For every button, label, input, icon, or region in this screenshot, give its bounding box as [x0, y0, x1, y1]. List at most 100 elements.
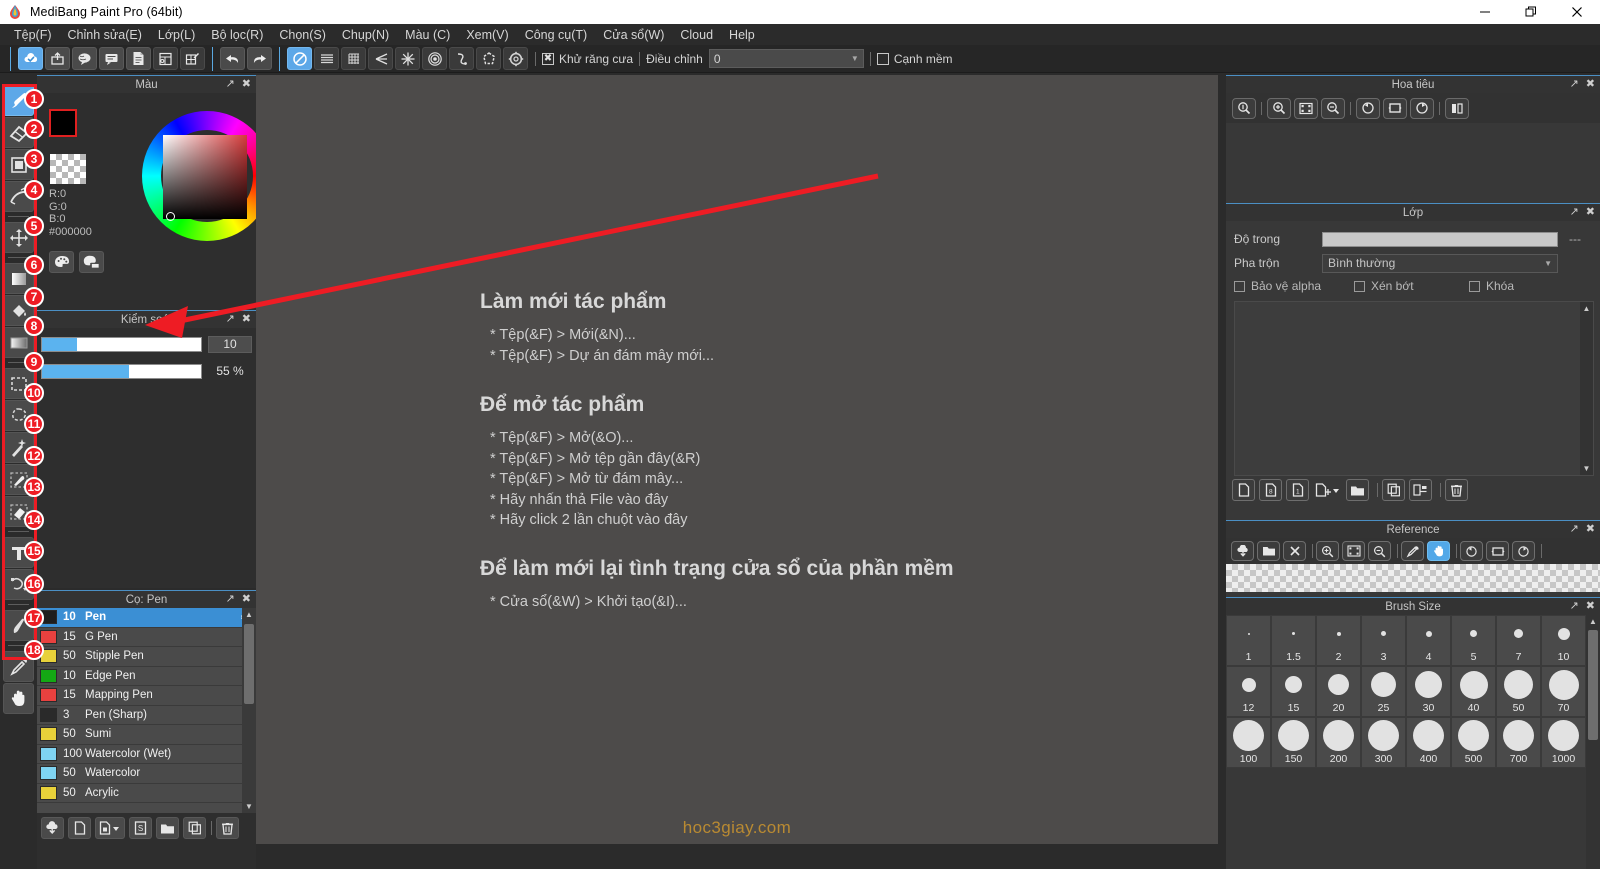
palette-icon[interactable] — [49, 251, 74, 273]
brush-size-cell[interactable]: 70 — [1541, 666, 1586, 717]
radial-ruler-icon[interactable] — [395, 47, 420, 70]
reference-eyedropper-icon[interactable] — [1401, 541, 1424, 561]
float-panel-icon[interactable]: ↗ — [1570, 78, 1579, 91]
menu-item-capture[interactable]: Chụp(N) — [334, 26, 397, 44]
brush-size-cell[interactable]: 150 — [1271, 717, 1316, 768]
brush-list-item[interactable]: 50 Acrylic — [37, 783, 256, 803]
brush-size-cell[interactable]: 400 — [1406, 717, 1451, 768]
restore-button[interactable] — [1508, 0, 1554, 24]
navigator-thumbnail-view[interactable] — [1226, 123, 1600, 202]
palette-add-icon[interactable] — [79, 251, 104, 273]
menu-item-cloud[interactable]: Cloud — [672, 26, 721, 44]
brush-size-cell[interactable]: 100 — [1226, 717, 1271, 768]
add-layer-from-icon[interactable] — [1313, 479, 1342, 501]
undo-icon[interactable] — [220, 47, 245, 70]
layer-opacity-slider[interactable] — [1322, 231, 1558, 247]
menu-item-help[interactable]: Help — [721, 26, 763, 44]
adjust-dropdown[interactable]: 0 ▼ — [708, 49, 864, 68]
comment-icon[interactable] — [72, 47, 97, 70]
brush-size-cell[interactable]: 15 — [1271, 666, 1316, 717]
reference-image-canvas[interactable] — [1226, 564, 1600, 592]
zoom-out-icon[interactable] — [1321, 97, 1345, 119]
soft-edge-checkbox[interactable]: Cạnh mềm — [876, 52, 953, 66]
brush-list-item[interactable]: 3 Pen (Sharp) — [37, 705, 256, 725]
brush-size-cell[interactable]: 1000 — [1541, 717, 1586, 768]
duplicate-layer-icon[interactable] — [1382, 479, 1405, 501]
menu-item-select[interactable]: Chọn(S) — [271, 26, 334, 44]
no-ruler-icon[interactable] — [287, 47, 312, 70]
brush-list-item[interactable]: 15 G Pen — [37, 627, 256, 647]
minimize-button[interactable] — [1462, 0, 1508, 24]
float-panel-icon[interactable]: ↗ — [226, 313, 235, 326]
rotate-left-icon[interactable] — [1356, 97, 1380, 119]
saturation-value-cursor[interactable] — [166, 212, 175, 221]
clipping-checkbox[interactable]: Xén bớt — [1354, 279, 1469, 293]
brush-size-cell[interactable]: 10 — [1541, 615, 1586, 666]
saturation-value-square[interactable] — [163, 135, 247, 219]
menu-item-window[interactable]: Cửa sổ(W) — [595, 26, 672, 44]
menu-item-file[interactable]: Tệp(F) — [6, 26, 60, 44]
reset-rotation-icon[interactable] — [1383, 97, 1407, 119]
scrollbar-thumb[interactable] — [244, 624, 254, 704]
close-panel-icon[interactable]: ✖ — [1586, 600, 1595, 613]
zoom-actual-icon[interactable] — [1232, 97, 1256, 119]
float-panel-icon[interactable]: ↗ — [1570, 206, 1579, 219]
brush-list-item[interactable]: 100 Watercolor (Wet) — [37, 744, 256, 764]
close-panel-icon[interactable]: ✖ — [242, 78, 251, 91]
scrollbar-thumb[interactable] — [1588, 630, 1598, 740]
zoom-in-icon[interactable] — [1267, 97, 1291, 119]
brush-size-cell[interactable]: 200 — [1316, 717, 1361, 768]
delete-layer-icon[interactable] — [1445, 479, 1468, 501]
rotate-right-icon[interactable] — [1410, 97, 1434, 119]
add-1bit-layer-icon[interactable]: 1 — [1286, 479, 1309, 501]
foreground-color-swatch[interactable] — [49, 109, 77, 137]
brush-list-item[interactable]: 50 Watercolor — [37, 764, 256, 784]
add-8bit-layer-icon[interactable]: 8 — [1259, 479, 1282, 501]
brush-size-cell[interactable]: 40 — [1451, 666, 1496, 717]
parallel-ruler-icon[interactable] — [314, 47, 339, 70]
curve-ruler-icon[interactable] — [449, 47, 474, 70]
speech-bubble-icon[interactable] — [99, 47, 124, 70]
layer-list-scrollbar[interactable]: ▲ ▼ — [1580, 302, 1593, 475]
reference-clear-icon[interactable] — [1283, 541, 1306, 561]
brush-size-cell[interactable]: 25 — [1361, 666, 1406, 717]
scroll-up-icon[interactable]: ▲ — [242, 608, 256, 621]
opacity-slider[interactable] — [41, 363, 202, 379]
brush-size-cell[interactable]: 3 — [1361, 615, 1406, 666]
lock-checkbox[interactable]: Khóa — [1469, 279, 1514, 293]
brush-list-item[interactable]: 10Pen⚙ — [37, 608, 256, 628]
brush-list-scrollbar[interactable]: ▲ ▼ — [242, 608, 256, 813]
panel-layout-icon[interactable] — [153, 47, 178, 70]
alpha-lock-checkbox[interactable]: Bảo vệ alpha — [1234, 279, 1354, 293]
color-wheel[interactable] — [142, 111, 277, 241]
menu-item-view[interactable]: Xem(V) — [458, 26, 516, 44]
brush-size-cell[interactable]: 2 — [1316, 615, 1361, 666]
brush-size-cell[interactable]: 20 — [1316, 666, 1361, 717]
brush-size-slider[interactable] — [41, 336, 202, 352]
float-panel-icon[interactable]: ↗ — [1570, 523, 1579, 536]
page-icon[interactable] — [126, 47, 151, 70]
float-panel-icon[interactable]: ↗ — [226, 593, 235, 606]
concentric-ruler-icon[interactable] — [422, 47, 447, 70]
brush-size-cell[interactable]: 1.5 — [1271, 615, 1316, 666]
redo-icon[interactable] — [247, 47, 272, 70]
menu-item-filter[interactable]: Bộ lọc(R) — [203, 26, 271, 44]
brush-list-item[interactable]: 50 Sumi — [37, 725, 256, 745]
flip-horizontal-icon[interactable] — [1445, 97, 1469, 119]
brush-size-cell[interactable]: 12 — [1226, 666, 1271, 717]
polygon-ruler-icon[interactable] — [476, 47, 501, 70]
brush-size-scrollbar[interactable]: ▲ — [1586, 615, 1600, 869]
brush-size-grid[interactable]: 1 1.5 2 3 4 5 7 10 12 15 20 25 30 40 50 70 100 150 200 300 4… — [1226, 615, 1586, 768]
layer-folder-icon[interactable] — [1346, 479, 1369, 501]
brush-size-cell[interactable]: 4 — [1406, 615, 1451, 666]
cloud-save-icon[interactable] — [18, 47, 43, 70]
antialias-checkbox[interactable]: ✖ Khử răng cưa — [542, 52, 633, 66]
brush-delete-icon[interactable] — [216, 817, 239, 839]
reference-zoom-in-icon[interactable] — [1316, 541, 1339, 561]
grid-edit-icon[interactable] — [180, 47, 205, 70]
scroll-up-icon[interactable]: ▲ — [1586, 615, 1600, 628]
brush-size-cell[interactable]: 1 — [1226, 615, 1271, 666]
close-panel-icon[interactable]: ✖ — [1586, 523, 1595, 536]
ruler-settings-gear-icon[interactable] — [503, 47, 528, 70]
brush-new-from-icon[interactable] — [95, 817, 125, 839]
